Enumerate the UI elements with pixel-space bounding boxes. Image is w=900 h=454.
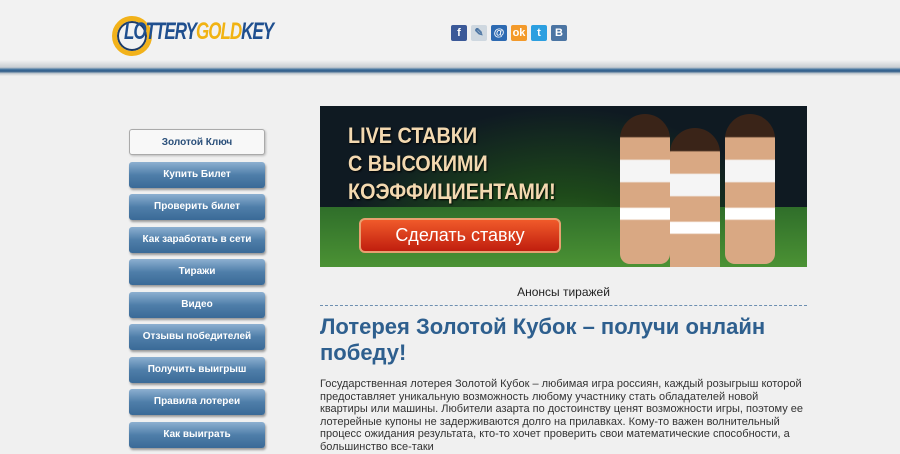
livejournal-icon[interactable]: ✎ <box>471 25 487 41</box>
logo-part: KEY <box>241 18 274 45</box>
logo[interactable]: LOTTERYGOLDKEY <box>112 14 274 56</box>
draw-announcements-link[interactable]: Анонсы тиражей <box>320 285 807 306</box>
odnoklassniki-icon[interactable]: ok <box>511 25 527 41</box>
promo-banner[interactable]: LIVE СТАВКИ С ВЫСОКИМИ КОЭФФИЦИЕНТАМИ! С… <box>320 106 807 267</box>
sidebar-item[interactable]: Как заработать в сети <box>129 226 265 253</box>
sidebar-item[interactable]: Проверить билет <box>129 194 265 220</box>
sidebar-nav: Золотой Ключ Купить Билет Проверить билет К… <box>129 129 265 454</box>
sidebar-item[interactable]: Видео <box>129 291 265 318</box>
header-divider <box>0 60 900 76</box>
model-image <box>725 114 775 264</box>
social-links: f ✎ @ ok t B <box>451 25 567 41</box>
mail-ru-icon[interactable]: @ <box>491 25 507 41</box>
sidebar-item[interactable]: Золотой Ключ <box>129 129 265 155</box>
facebook-icon[interactable]: f <box>451 25 467 41</box>
vkontakte-icon[interactable]: B <box>551 25 567 41</box>
sidebar-item[interactable]: Купить Билет <box>129 161 265 188</box>
model-image <box>620 114 670 264</box>
sidebar-item[interactable]: Отзывы победителей <box>129 324 265 350</box>
logo-part: LOTTERY <box>124 18 197 45</box>
article-text: Государственная лотерея Золотой Кубок – … <box>320 378 804 453</box>
model-image <box>670 128 720 267</box>
banner-headline: LIVE СТАВКИ С ВЫСОКИМИ КОЭФФИЦИЕНТАМИ! <box>348 122 556 206</box>
headline-line: С ВЫСОКИМИ <box>348 151 488 176</box>
page-title: Лотерея Золотой Кубок – получи онлайн по… <box>320 314 766 365</box>
sidebar-item[interactable]: Как выиграть <box>129 421 265 448</box>
place-bet-button[interactable]: Сделать ставку <box>359 218 561 253</box>
logo-part: GOLD <box>196 18 242 45</box>
headline-line: КОЭФФИЦИЕНТАМИ! <box>348 179 556 204</box>
sidebar-item[interactable]: Правила лотереи <box>129 389 265 415</box>
twitter-icon[interactable]: t <box>531 25 547 41</box>
headline-line: LIVE СТАВКИ <box>348 123 478 148</box>
sidebar-item[interactable]: Получить выигрыш <box>129 356 265 383</box>
sidebar-item[interactable]: Тиражи <box>129 259 265 285</box>
